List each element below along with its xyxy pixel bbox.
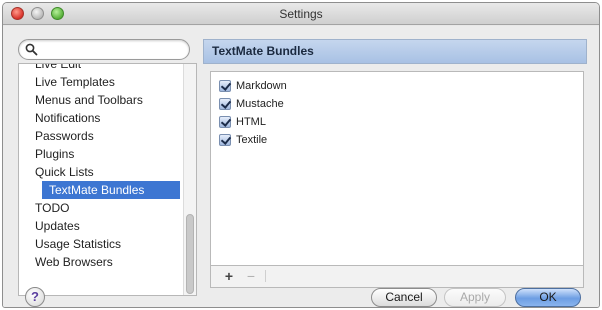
panel-title: TextMate Bundles <box>203 39 587 64</box>
bundle-label: HTML <box>236 116 266 128</box>
bundle-label: Markdown <box>236 80 287 92</box>
sidebar-item-notifications[interactable]: Notifications <box>19 109 183 127</box>
textile-checkbox[interactable] <box>219 134 231 146</box>
sidebar-item-quick-lists[interactable]: Quick Lists <box>19 163 183 181</box>
markdown-checkbox[interactable] <box>219 80 231 92</box>
apply-button[interactable]: Apply <box>444 288 506 307</box>
bundle-row-markdown[interactable]: Markdown <box>219 78 287 94</box>
window-title: Settings <box>279 7 323 21</box>
ok-button[interactable]: OK <box>515 288 581 307</box>
sidebar-item-usage-statistics[interactable]: Usage Statistics <box>19 235 183 253</box>
add-bundle-button[interactable]: + <box>219 268 239 284</box>
sidebar-item-passwords[interactable]: Passwords <box>19 127 183 145</box>
bundle-row-html[interactable]: HTML <box>219 114 266 130</box>
sidebar-item-plugins[interactable]: Plugins <box>19 145 183 163</box>
title-bar: Settings <box>3 3 599 25</box>
bundles-list-toolbar: + − <box>210 266 584 288</box>
sidebar-item-live-edit[interactable]: Live Edit <box>19 64 183 73</box>
bundles-list: Markdown Mustache HTML Textile <box>210 71 584 266</box>
sidebar-item-textmate-bundles[interactable]: TextMate Bundles <box>42 181 180 199</box>
search-icon <box>25 43 38 56</box>
cancel-button[interactable]: Cancel <box>371 288 437 307</box>
sidebar-item-todo[interactable]: TODO <box>19 199 183 217</box>
dialog-content: Live Edit Live Templates Menus and Toolb… <box>3 26 599 307</box>
settings-window: Settings Live Edit Live Templates Menus … <box>2 2 600 308</box>
sidebar-scrollbar[interactable] <box>183 64 196 295</box>
settings-category-list[interactable]: Live Edit Live Templates Menus and Toolb… <box>18 63 197 296</box>
bundle-row-textile[interactable]: Textile <box>219 132 267 148</box>
mustache-checkbox[interactable] <box>219 98 231 110</box>
bundle-label: Textile <box>236 134 268 146</box>
html-checkbox[interactable] <box>219 116 231 128</box>
sidebar-item-live-templates[interactable]: Live Templates <box>19 73 183 91</box>
sidebar-item-web-browsers[interactable]: Web Browsers <box>19 253 183 271</box>
settings-search-input[interactable] <box>18 39 190 60</box>
remove-bundle-button[interactable]: − <box>241 268 261 284</box>
bundle-label: Mustache <box>236 98 284 110</box>
bundle-row-mustache[interactable]: Mustache <box>219 96 284 112</box>
sidebar-scrollbar-thumb[interactable] <box>186 214 194 294</box>
sidebar-item-menus-and-toolbars[interactable]: Menus and Toolbars <box>19 91 183 109</box>
sidebar-item-updates[interactable]: Updates <box>19 217 183 235</box>
help-button[interactable]: ? <box>25 287 45 307</box>
toolbar-divider <box>265 270 266 282</box>
